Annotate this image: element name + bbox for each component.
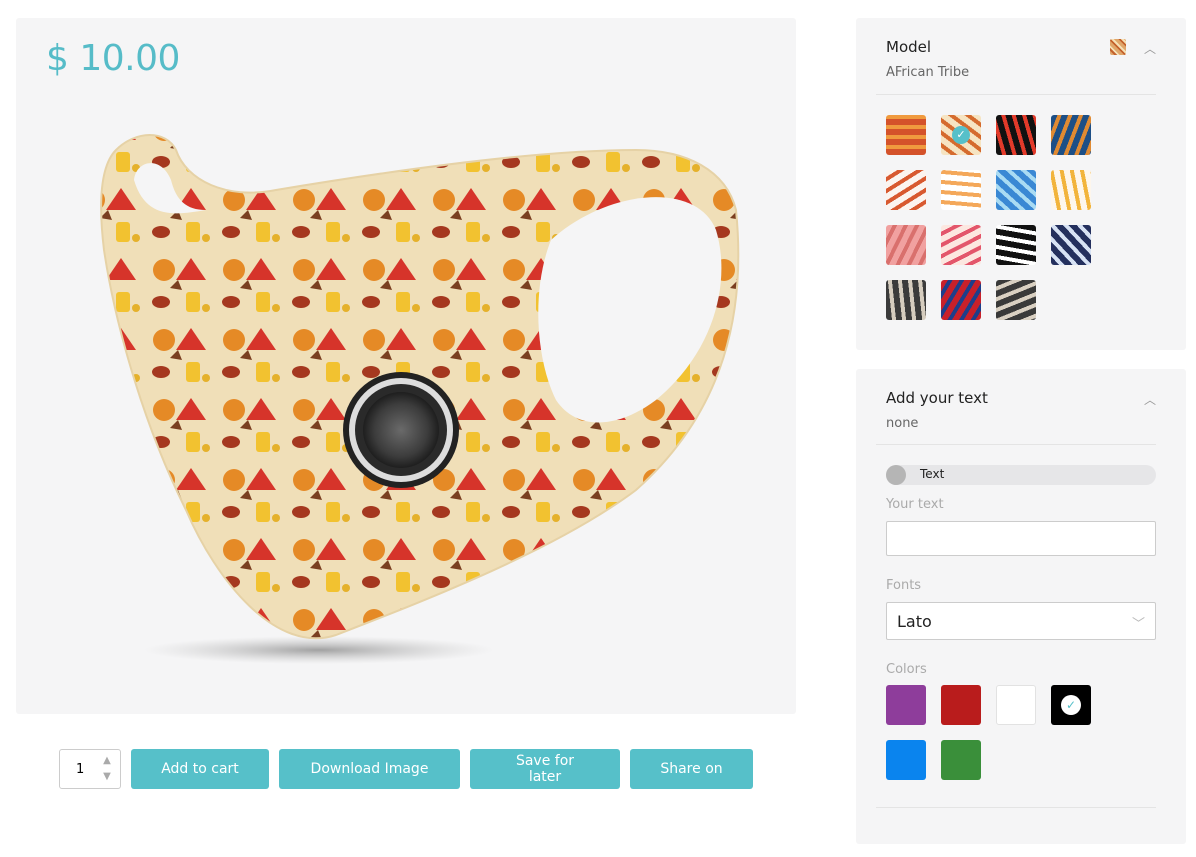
pattern-swatch-cherries[interactable] xyxy=(1051,170,1091,210)
divider xyxy=(876,807,1156,808)
your-text-label: Your text xyxy=(886,497,944,512)
pattern-swatch-op-art-waves[interactable] xyxy=(1051,225,1091,265)
product-price: $ 10.00 xyxy=(46,38,180,79)
save-for-later-button[interactable]: Save for later xyxy=(470,749,620,789)
text-panel: Add your text none ︿ Text Your text Font… xyxy=(856,369,1186,844)
add-to-cart-button[interactable]: Add to cart xyxy=(131,749,269,789)
action-bar: ▲ ▼ Add to cart Download Image Save for … xyxy=(59,749,763,789)
pattern-swatch-black-tribal[interactable] xyxy=(996,115,1036,155)
increment-icon[interactable]: ▲ xyxy=(100,754,114,768)
share-on-button[interactable]: Share on xyxy=(630,749,753,789)
pattern-swatch-blue-orange-circles[interactable] xyxy=(1051,115,1091,155)
pattern-swatch-black-white-green[interactable] xyxy=(996,225,1036,265)
toggle-knob xyxy=(886,465,906,485)
colors-label: Colors xyxy=(886,662,927,677)
check-icon: ✓ xyxy=(1061,695,1081,715)
model-selected: AFrican Tribe xyxy=(886,65,970,80)
color-swatch-3a8f3a[interactable] xyxy=(941,740,981,780)
color-swatch-000000[interactable]: ✓ xyxy=(1051,685,1091,725)
check-icon: ✓ xyxy=(952,126,970,144)
pattern-swatch-pink-shapes[interactable] xyxy=(941,225,981,265)
mask-image xyxy=(100,134,740,664)
font-select[interactable]: Lato ﹀ xyxy=(886,602,1156,640)
quantity-input[interactable] xyxy=(60,750,96,788)
pattern-swatch-spider-man[interactable] xyxy=(941,280,981,320)
chevron-down-icon: ﹀ xyxy=(1131,617,1145,632)
pattern-swatch-orange-spiral[interactable] xyxy=(886,115,926,155)
color-swatch-b91c1c[interactable] xyxy=(941,685,981,725)
toggle-label: Text xyxy=(920,467,945,481)
color-swatch-8e3d9b[interactable] xyxy=(886,685,926,725)
pattern-swatch-blue-watercolor[interactable] xyxy=(996,170,1036,210)
chevron-up-icon[interactable]: ︿ xyxy=(1144,391,1156,407)
pattern-swatch-camo-grey-2[interactable] xyxy=(996,280,1036,320)
download-image-button[interactable]: Download Image xyxy=(279,749,460,789)
pattern-swatch-food-pattern[interactable] xyxy=(886,170,926,210)
text-panel-title: Add your text xyxy=(886,389,988,407)
color-grid: ✓ xyxy=(886,685,1091,780)
pattern-swatch-paw-prints[interactable] xyxy=(886,225,926,265)
model-title: Model xyxy=(886,38,932,56)
text-toggle[interactable]: Text xyxy=(886,465,1156,485)
quantity-stepper[interactable]: ▲ ▼ xyxy=(59,749,121,789)
color-swatch-0a84ee[interactable] xyxy=(886,740,926,780)
pattern-grid: ✓ xyxy=(886,115,1091,320)
selected-pattern-thumbnail-icon xyxy=(1110,39,1126,55)
font-value: Lato xyxy=(897,612,932,631)
pattern-swatch-dots-pattern[interactable] xyxy=(941,170,981,210)
chevron-up-icon[interactable]: ︿ xyxy=(1144,40,1156,56)
pattern-swatch-camo-grey[interactable] xyxy=(886,280,926,320)
color-swatch-ffffff[interactable] xyxy=(996,685,1036,725)
divider xyxy=(876,94,1156,95)
model-panel: Model AFrican Tribe ︿ ✓ xyxy=(856,18,1186,350)
pattern-swatch-african-tribe[interactable]: ✓ xyxy=(941,115,981,155)
decrement-icon[interactable]: ▼ xyxy=(100,770,114,784)
product-preview: $ 10.00 xyxy=(16,18,796,714)
divider xyxy=(876,444,1156,445)
fonts-label: Fonts xyxy=(886,578,922,593)
your-text-input[interactable] xyxy=(886,521,1156,556)
text-panel-value: none xyxy=(886,416,919,431)
